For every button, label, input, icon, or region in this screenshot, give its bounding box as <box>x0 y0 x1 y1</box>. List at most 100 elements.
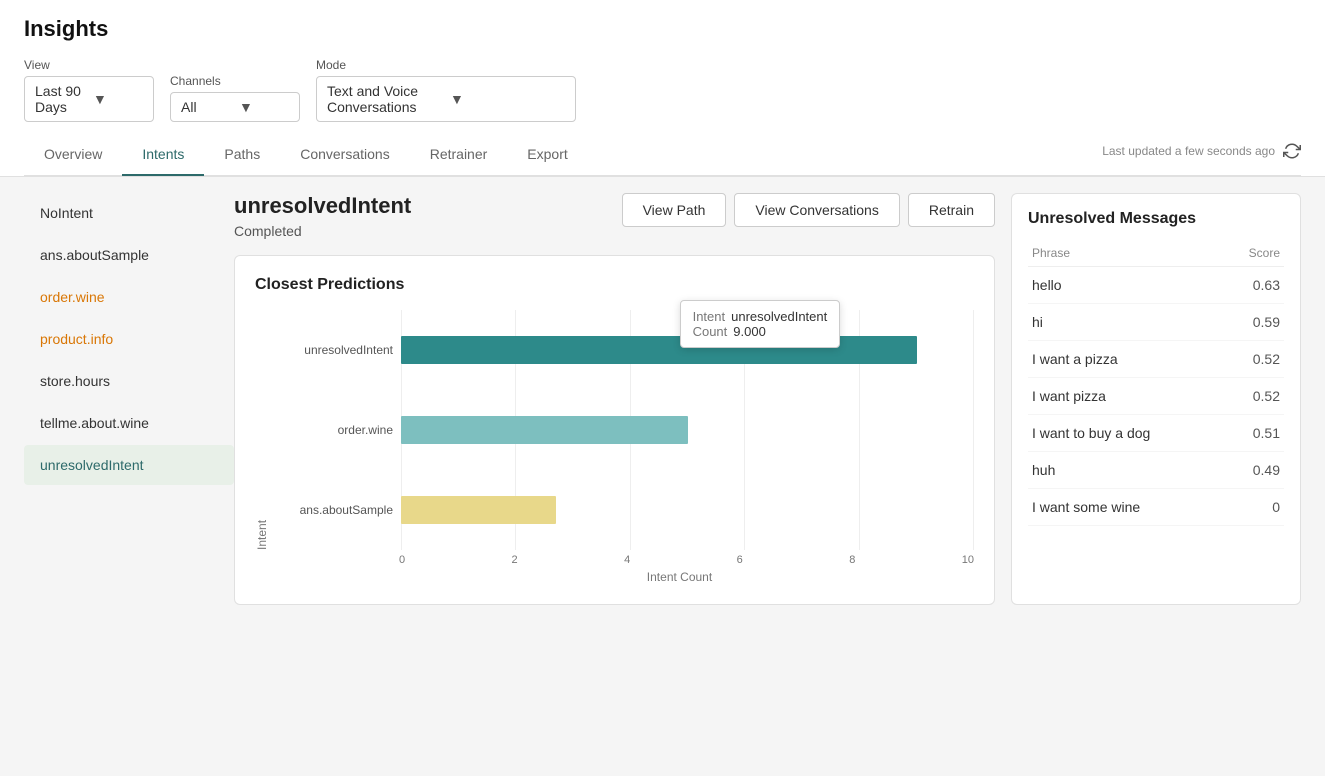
score-cell: 0.63 <box>1223 267 1284 304</box>
bar-label-ans-about-sample: ans.aboutSample <box>273 503 393 517</box>
sidebar-item-product-info[interactable]: product.info <box>24 319 234 359</box>
score-cell: 0 <box>1223 489 1284 526</box>
phrase-cell: I want pizza <box>1028 378 1223 415</box>
page-title: Insights <box>24 16 1301 42</box>
header: Insights View Last 90 Days ▼ Channels Al… <box>0 0 1325 177</box>
unresolved-table: Phrase Score hello 0.63 hi 0.59 I want a… <box>1028 240 1284 526</box>
last-updated-text: Last updated a few seconds ago <box>1102 144 1275 158</box>
mode-filter-select[interactable]: Text and Voice Conversations ▼ <box>316 76 576 122</box>
page: Insights View Last 90 Days ▼ Channels Al… <box>0 0 1325 776</box>
bar-label-unresolved: unresolvedIntent <box>273 343 393 357</box>
view-filter-value: Last 90 Days <box>35 83 85 115</box>
action-buttons: View Path View Conversations Retrain <box>622 193 995 227</box>
unresolved-title: Unresolved Messages <box>1028 210 1284 228</box>
score-col-header: Score <box>1223 240 1284 267</box>
chart-area: Intent <box>255 310 974 550</box>
channels-filter-group: Channels All ▼ <box>170 74 300 122</box>
tab-export[interactable]: Export <box>507 134 587 176</box>
bar-label-order-wine: order.wine <box>273 423 393 437</box>
x-tick-4: 4 <box>624 554 630 566</box>
sidebar-item-order-wine[interactable]: order.wine <box>24 277 234 317</box>
bar-row-unresolved: unresolvedIntent <box>273 336 974 364</box>
retrain-button[interactable]: Retrain <box>908 193 995 227</box>
view-path-button[interactable]: View Path <box>622 193 727 227</box>
x-axis-ticks: 0 2 4 6 8 10 <box>255 554 974 566</box>
filters-row: View Last 90 Days ▼ Channels All ▼ Mode … <box>24 58 1301 122</box>
phrase-cell: huh <box>1028 452 1223 489</box>
channels-filter-chevron: ▼ <box>239 99 289 115</box>
x-tick-10: 10 <box>962 554 974 566</box>
table-row: I want pizza 0.52 <box>1028 378 1284 415</box>
score-cell: 0.59 <box>1223 304 1284 341</box>
mode-filter-label: Mode <box>316 58 576 72</box>
bar-row-ans-about-sample: ans.aboutSample <box>273 496 974 524</box>
refresh-icon[interactable] <box>1283 142 1301 160</box>
unresolved-card: Unresolved Messages Phrase Score hello 0… <box>1011 193 1301 605</box>
right-panel: Unresolved Messages Phrase Score hello 0… <box>1011 177 1301 605</box>
score-cell: 0.49 <box>1223 452 1284 489</box>
bar-row-order-wine: order.wine <box>273 416 974 444</box>
table-row: I want some wine 0 <box>1028 489 1284 526</box>
table-row: hi 0.59 <box>1028 304 1284 341</box>
tab-intents[interactable]: Intents <box>122 134 204 176</box>
chart-tooltip: Intent unresolvedIntent Count 9.000 <box>680 300 841 348</box>
score-cell: 0.52 <box>1223 378 1284 415</box>
view-filter-group: View Last 90 Days ▼ <box>24 58 154 122</box>
score-cell: 0.52 <box>1223 341 1284 378</box>
mode-filter-group: Mode Text and Voice Conversations ▼ <box>316 58 576 122</box>
table-row: huh 0.49 <box>1028 452 1284 489</box>
channels-filter-select[interactable]: All ▼ <box>170 92 300 122</box>
mode-filter-chevron: ▼ <box>450 91 565 107</box>
table-row: hello 0.63 <box>1028 267 1284 304</box>
score-cell: 0.51 <box>1223 415 1284 452</box>
bars-area: unresolvedIntent Intent unresolvedIntent <box>273 310 974 550</box>
channels-filter-label: Channels <box>170 74 300 88</box>
main-content: NoIntent ans.aboutSample order.wine prod… <box>0 177 1325 629</box>
view-filter-chevron: ▼ <box>93 91 143 107</box>
channels-filter-value: All <box>181 99 231 115</box>
intent-header: unresolvedIntent Completed View Path Vie… <box>234 193 995 255</box>
phrase-col-header: Phrase <box>1028 240 1223 267</box>
intent-content: unresolvedIntent Completed View Path Vie… <box>234 177 995 605</box>
sidebar-item-tellme-about-wine[interactable]: tellme.about.wine <box>24 403 234 443</box>
view-filter-label: View <box>24 58 154 72</box>
table-row: I want to buy a dog 0.51 <box>1028 415 1284 452</box>
x-axis-label: Intent Count <box>255 570 974 584</box>
mode-filter-value: Text and Voice Conversations <box>327 83 442 115</box>
chart-title: Closest Predictions <box>255 276 974 294</box>
x-tick-0: 0 <box>399 554 405 566</box>
view-conversations-button[interactable]: View Conversations <box>734 193 899 227</box>
sidebar-item-no-intent[interactable]: NoIntent <box>24 193 234 233</box>
phrase-cell: I want some wine <box>1028 489 1223 526</box>
tab-retrainer[interactable]: Retrainer <box>410 134 508 176</box>
x-tick-8: 8 <box>849 554 855 566</box>
chart-card: Closest Predictions Intent <box>234 255 995 605</box>
tooltip-intent-value: unresolvedIntent <box>731 309 827 324</box>
sidebar-item-ans-about-sample[interactable]: ans.aboutSample <box>24 235 234 275</box>
sidebar-item-unresolved-intent[interactable]: unresolvedIntent <box>24 445 234 485</box>
intent-status: Completed <box>234 223 411 239</box>
bar-track-order-wine <box>401 416 974 444</box>
nav-tabs: Overview Intents Paths Conversations Ret… <box>24 134 1301 176</box>
phrase-cell: I want a pizza <box>1028 341 1223 378</box>
bar-fill-ans-about-sample <box>401 496 556 524</box>
bar-track-ans-about-sample <box>401 496 974 524</box>
sidebar-item-store-hours[interactable]: store.hours <box>24 361 234 401</box>
y-axis-label: Intent <box>255 310 269 550</box>
phrase-cell: hi <box>1028 304 1223 341</box>
bar-fill-order-wine <box>401 416 688 444</box>
tab-overview[interactable]: Overview <box>24 134 122 176</box>
tab-conversations[interactable]: Conversations <box>280 134 410 176</box>
phrase-cell: I want to buy a dog <box>1028 415 1223 452</box>
x-tick-2: 2 <box>512 554 518 566</box>
sidebar: NoIntent ans.aboutSample order.wine prod… <box>24 177 234 605</box>
phrase-cell: hello <box>1028 267 1223 304</box>
table-row: I want a pizza 0.52 <box>1028 341 1284 378</box>
x-tick-6: 6 <box>737 554 743 566</box>
view-filter-select[interactable]: Last 90 Days ▼ <box>24 76 154 122</box>
tooltip-count-value: 9.000 <box>733 324 766 339</box>
intent-title: unresolvedIntent <box>234 193 411 219</box>
tab-paths[interactable]: Paths <box>204 134 280 176</box>
tooltip-count-label: Count <box>693 324 728 339</box>
tooltip-intent-label: Intent <box>693 309 726 324</box>
